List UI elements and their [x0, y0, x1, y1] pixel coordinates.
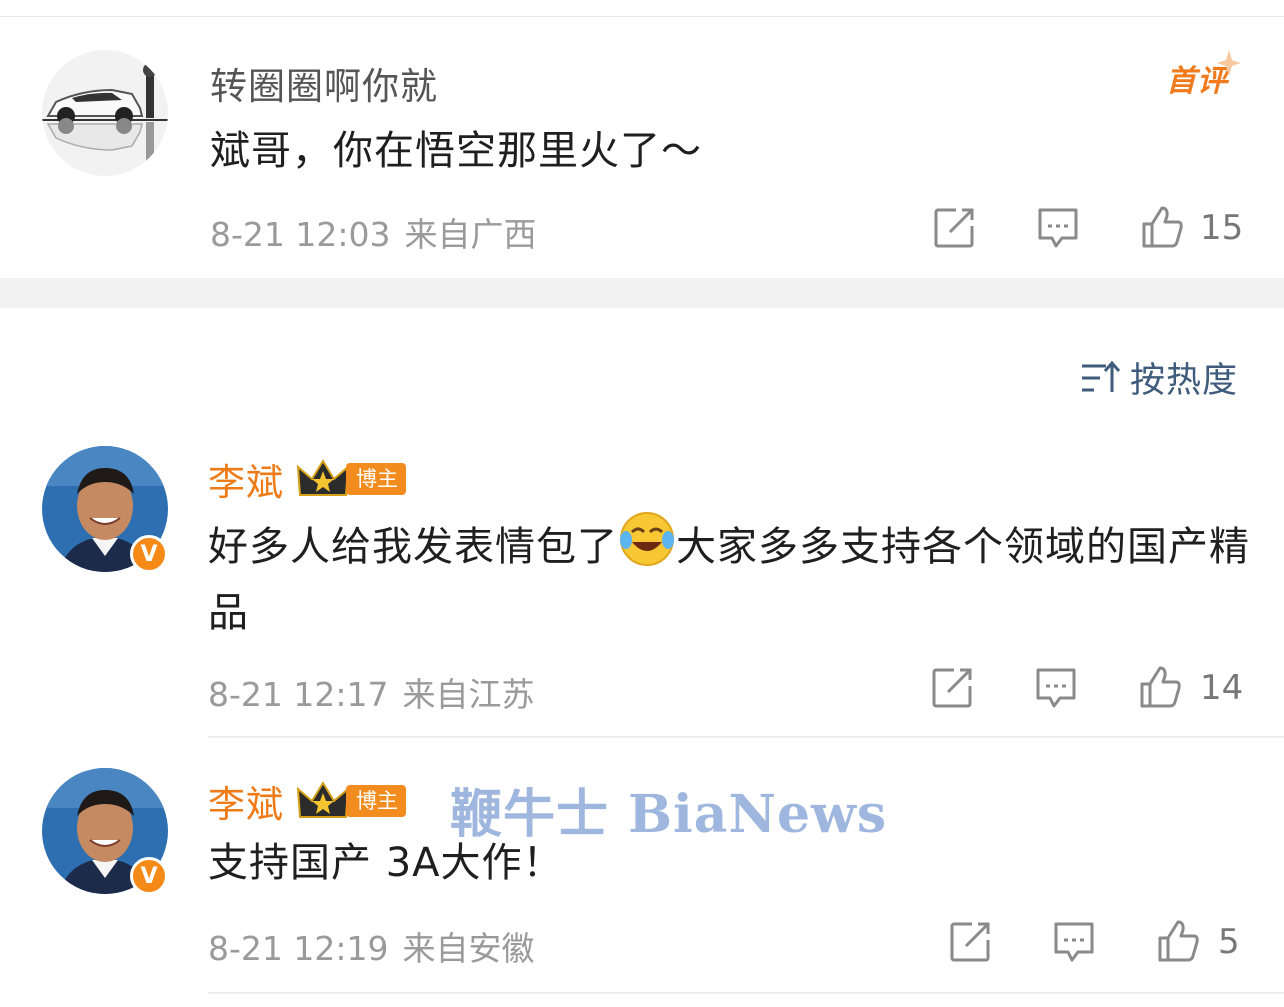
reply-divider	[208, 992, 1284, 994]
car-avatar-icon	[42, 50, 168, 176]
reply-time: 8-21 12:19	[208, 929, 389, 968]
verified-badge: V	[130, 857, 168, 895]
share-icon[interactable]	[948, 920, 992, 964]
like-icon[interactable]	[1138, 664, 1182, 708]
reply-divider	[208, 736, 1284, 738]
reply-text: 支持国产 3A大作！	[208, 840, 564, 886]
commenter-avatar[interactable]	[42, 50, 168, 176]
like-count: 15	[1200, 208, 1244, 248]
comment-location: 来自广西	[404, 215, 537, 254]
reply-meta: 8-21 12:17 来自江苏	[208, 668, 535, 716]
sort-button[interactable]: 按热度	[1080, 352, 1238, 403]
reply-time: 8-21 12:17	[208, 675, 389, 714]
crown-icon	[296, 781, 350, 818]
sort-label: 按热度	[1130, 361, 1239, 401]
reply-text: 好多人给我发表情包了 大家多多支持各个领域的国产精品	[208, 510, 1258, 646]
reply-location: 来自江苏	[402, 675, 535, 714]
blogger-badge: 博主	[346, 785, 406, 817]
like-count: 14	[1200, 668, 1244, 708]
reply-author-name[interactable]: 李斌	[208, 774, 284, 828]
comment-text: 斌哥，你在悟空那里火了～	[210, 128, 702, 174]
comment-meta: 8-21 12:03 来自广西	[210, 208, 537, 256]
section-separator	[0, 278, 1284, 308]
top-divider	[0, 16, 1284, 17]
reply-meta: 8-21 12:19 来自安徽	[208, 922, 535, 970]
reply-author-row: 李斌 博主	[208, 452, 406, 506]
like-icon[interactable]	[1140, 204, 1184, 248]
verified-badge: V	[130, 535, 168, 573]
sort-icon	[1082, 360, 1120, 392]
sparkle-icon	[1217, 50, 1241, 76]
comment-icon[interactable]	[1036, 206, 1080, 250]
share-icon[interactable]	[932, 206, 976, 250]
crown-icon	[296, 459, 350, 496]
share-icon[interactable]	[930, 666, 974, 710]
laughing-crying-emoji	[620, 512, 674, 566]
like-count: 5	[1218, 922, 1240, 962]
reply-author-row: 李斌 博主	[208, 774, 406, 828]
comment-icon[interactable]	[1034, 666, 1078, 710]
reply-location: 来自安徽	[402, 929, 535, 968]
blogger-badge: 博主	[346, 463, 406, 495]
reply-text-part1: 好多人给我发表情包了	[208, 524, 618, 570]
like-icon[interactable]	[1156, 918, 1200, 962]
comment-time: 8-21 12:03	[210, 215, 391, 254]
comment-icon[interactable]	[1052, 920, 1096, 964]
reply-author-name[interactable]: 李斌	[208, 452, 284, 506]
commenter-name[interactable]: 转圈圈啊你就	[210, 56, 438, 110]
